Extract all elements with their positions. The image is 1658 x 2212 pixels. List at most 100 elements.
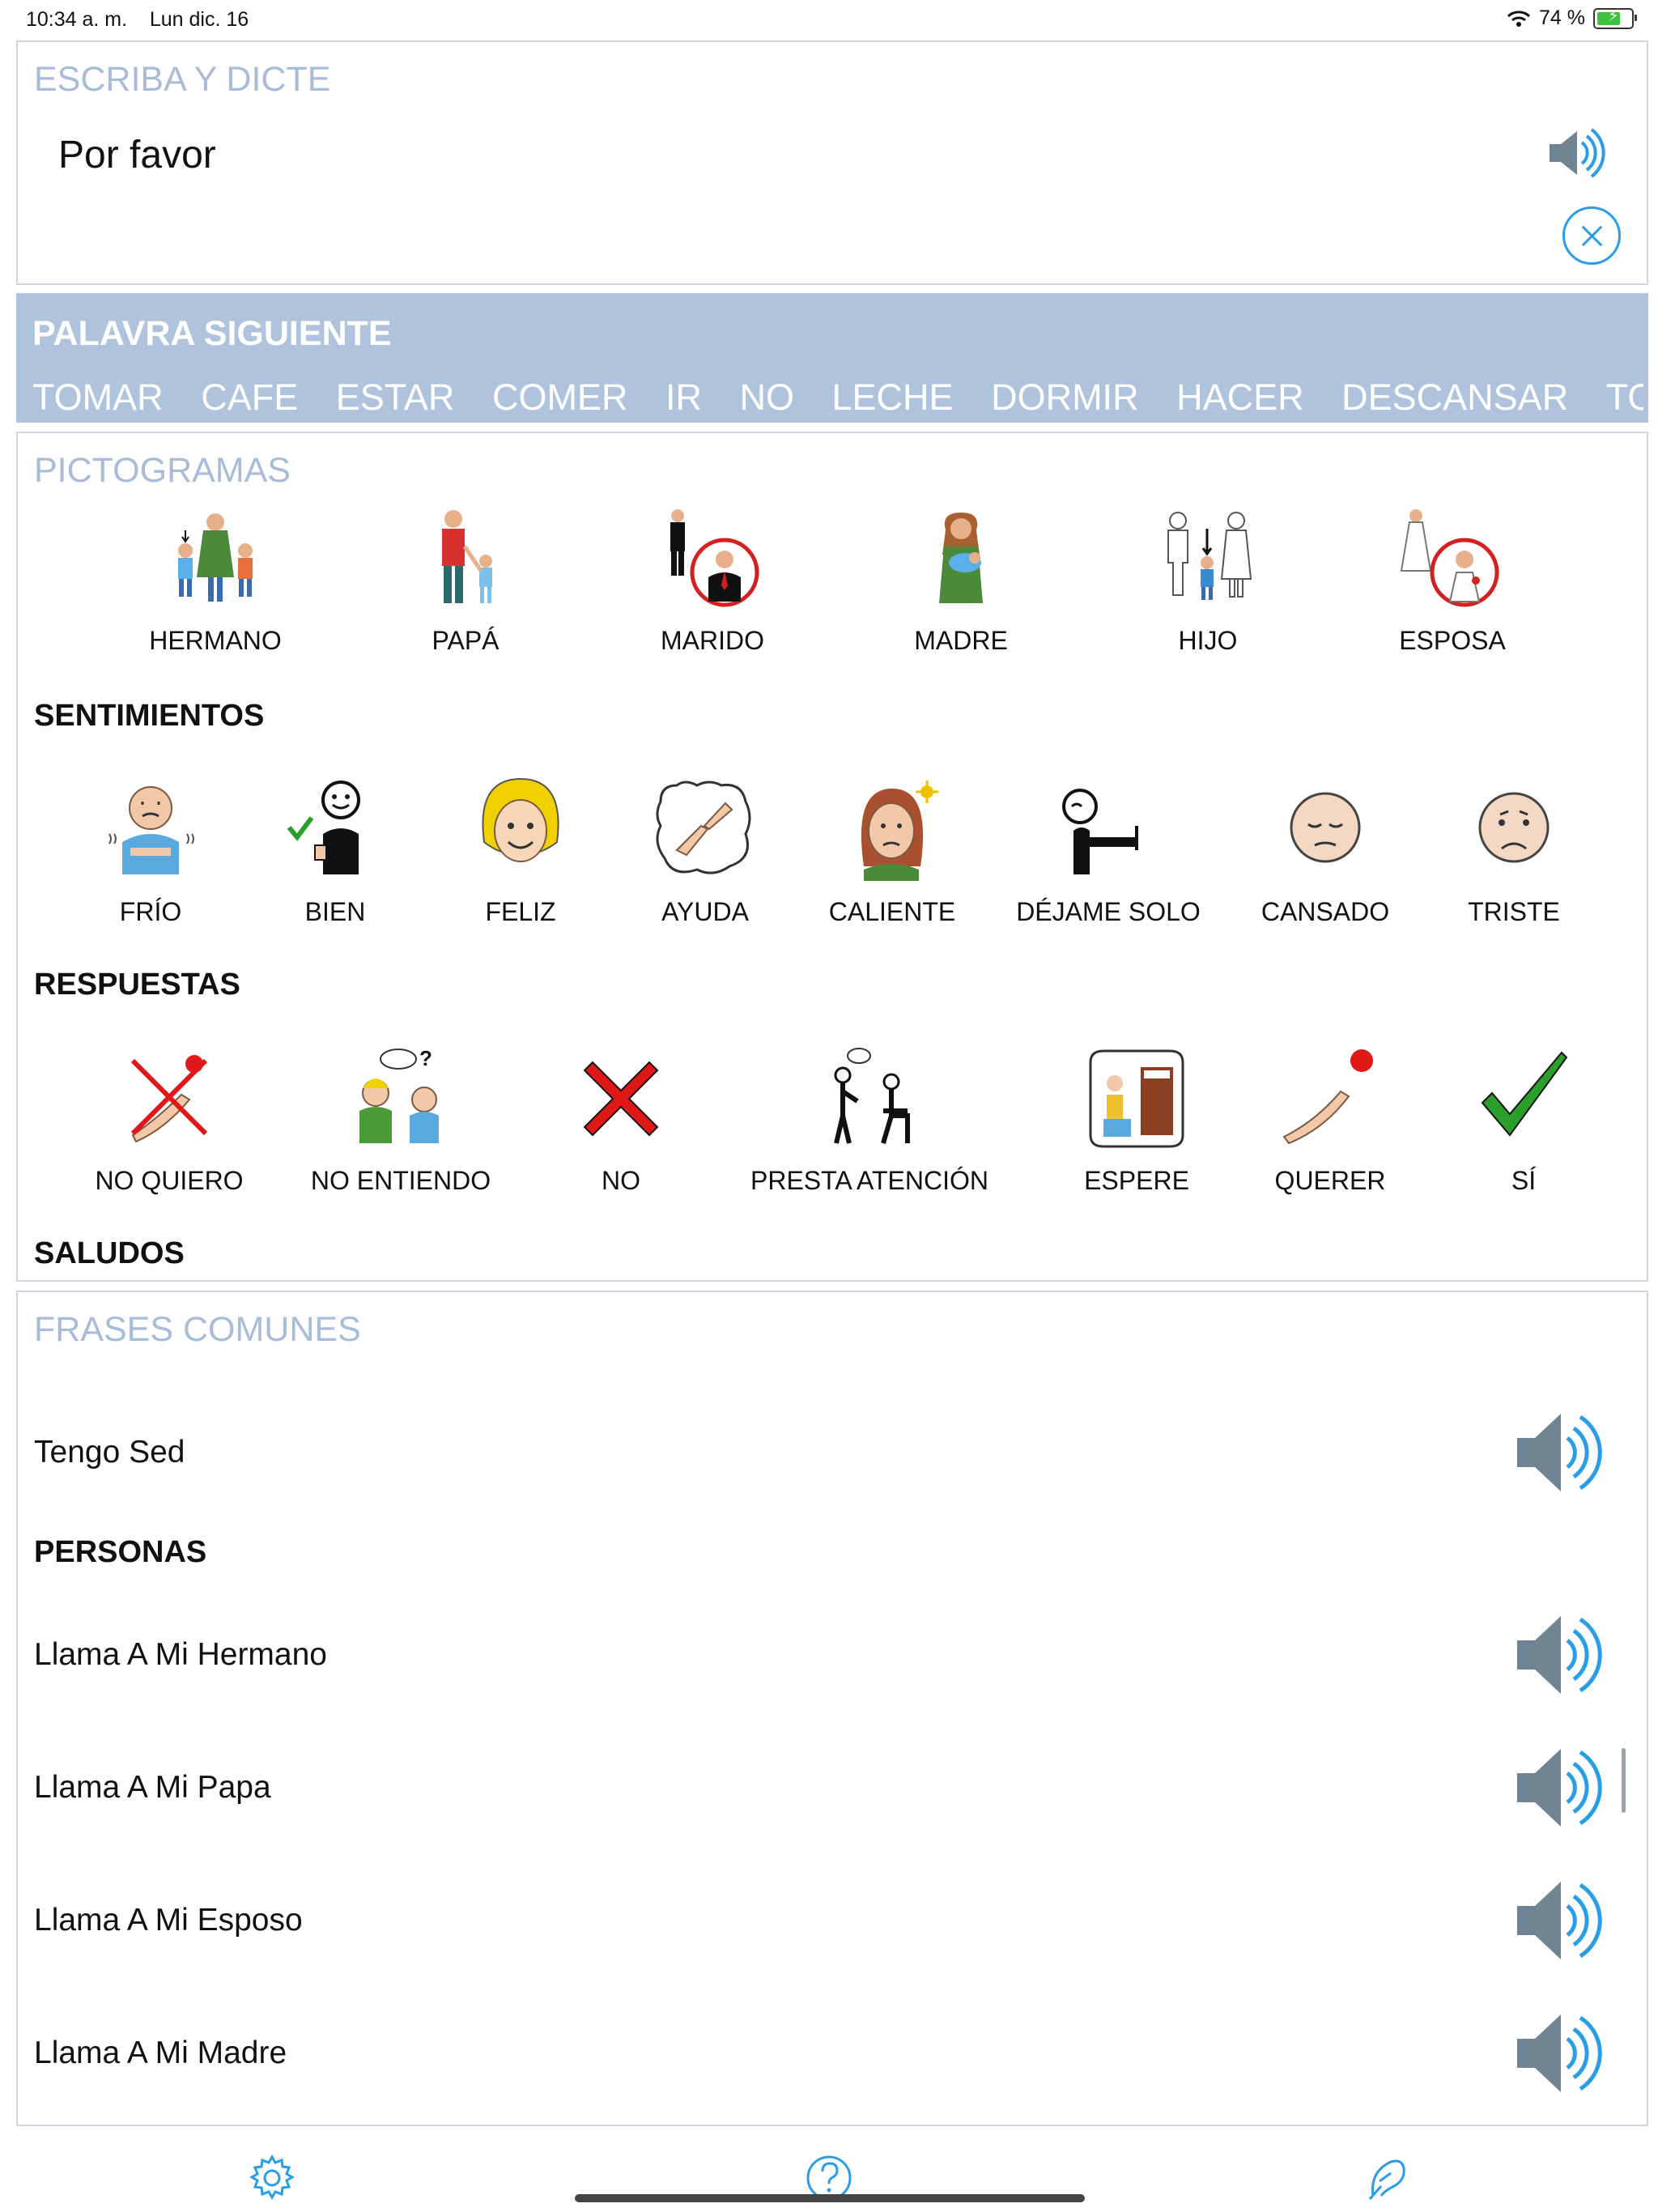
picto-presta-atencion[interactable]: PRESTA ATENCIÓN	[750, 1046, 988, 1195]
picto-label: MARIDO	[661, 626, 764, 655]
dictation-text[interactable]: Por favor	[58, 133, 216, 177]
status-date: Lun dic. 16	[149, 8, 249, 31]
picto-no[interactable]: NO	[524, 1046, 718, 1195]
category-respuestas[interactable]: RESPUESTAS	[34, 968, 240, 1002]
svg-text:?: ?	[419, 1046, 432, 1070]
next-word-item[interactable]: DESCANSAR	[1341, 376, 1568, 419]
picto-no-entiendo[interactable]: ? NO ENTIENDO	[304, 1046, 498, 1195]
picto-label: NO QUIERO	[95, 1166, 244, 1195]
next-word-item[interactable]: IR	[665, 376, 702, 419]
picto-label: ESPOSA	[1399, 626, 1506, 655]
speaker-icon	[1517, 1882, 1602, 1959]
wifi-icon	[1507, 10, 1531, 27]
picto-marido[interactable]: MARIDO	[615, 506, 810, 655]
dictation-panel: ESCRIBA Y DICTE Por favor	[16, 40, 1648, 285]
picto-label: NO	[602, 1166, 640, 1195]
family-siblings-icon	[178, 513, 253, 602]
next-word-item[interactable]: TOMAR	[32, 376, 164, 419]
next-word-item[interactable]: NO	[739, 376, 794, 419]
picto-esposa[interactable]: ESPOSA	[1355, 506, 1550, 655]
phrase-item[interactable]: Llama A Mi Hermano	[34, 1637, 327, 1673]
father-icon	[442, 510, 492, 603]
wife-icon	[1400, 509, 1499, 607]
next-word-item[interactable]: TOMAR	[1606, 376, 1643, 419]
next-word-title: PALAVRA SIGUIENTE	[32, 314, 392, 353]
next-word-item[interactable]: CAFE	[201, 376, 298, 419]
next-word-panel: PALAVRA SIGUIENTE TOMAR CAFE ESTAR COMER…	[16, 293, 1648, 423]
phrase-item[interactable]: Llama A Mi Papa	[34, 1770, 271, 1806]
son-icon	[1167, 512, 1252, 600]
picto-triste[interactable]: TRISTE	[1417, 777, 1611, 926]
settings-button[interactable]	[248, 2154, 296, 2206]
picto-dejame-solo[interactable]: DÉJAME SOLO	[1011, 777, 1205, 926]
wait-icon	[1089, 1049, 1184, 1148]
picto-espere[interactable]: ESPERE	[1039, 1046, 1234, 1195]
no-cross-icon	[583, 1061, 659, 1137]
picto-label: PRESTA ATENCIÓN	[750, 1166, 988, 1195]
phrases-panel: FRASES COMUNES Tengo Sed PERSONAS Llama …	[16, 1291, 1648, 2126]
picto-label: NO ENTIENDO	[310, 1166, 491, 1195]
picto-hermano[interactable]: HERMANO	[118, 506, 312, 655]
next-word-item[interactable]: ESTAR	[336, 376, 455, 419]
picto-label: HERMANO	[149, 626, 282, 655]
leave-me-alone-icon	[1062, 789, 1138, 874]
yes-check-icon	[1481, 1051, 1568, 1137]
speaker-icon	[1517, 1749, 1602, 1827]
speaker-icon	[1517, 2014, 1602, 2092]
next-word-item[interactable]: COMER	[492, 376, 628, 419]
picto-label: CALIENTE	[828, 897, 956, 926]
leaf-icon	[1368, 2159, 1405, 2200]
scrollbar[interactable]	[1622, 1748, 1626, 1813]
picto-querer[interactable]: QUERER	[1233, 1046, 1427, 1195]
next-word-strip: TOMAR CAFE ESTAR COMER IR NO LECHE DORMI…	[32, 376, 1643, 419]
speaker-icon	[1517, 1414, 1602, 1491]
next-word-item[interactable]: LECHE	[832, 376, 954, 419]
mother-icon	[939, 513, 983, 603]
husband-icon	[670, 509, 759, 607]
pictograms-panel: PICTOGRAMAS HERMANO PAPÁ MARIDO MADRE HI…	[16, 432, 1648, 1282]
next-word-item[interactable]: HACER	[1176, 376, 1304, 419]
speak-phrase-button[interactable]	[1514, 2010, 1608, 2101]
tired-icon	[1290, 792, 1361, 863]
voice-button[interactable]	[1363, 2154, 1412, 2206]
speak-phrase-button[interactable]	[1514, 1744, 1608, 1836]
help-hands-icon	[656, 781, 751, 874]
status-right: 74 % ⚡	[1507, 6, 1637, 30]
status-bar: 10:34 a. m. Lun dic. 16 74 % ⚡	[0, 0, 1658, 39]
next-word-item[interactable]: DORMIR	[991, 376, 1138, 419]
speak-phrase-button[interactable]	[1514, 1611, 1608, 1703]
picto-label: DÉJAME SOLO	[1016, 897, 1201, 926]
phrase-item[interactable]: Tengo Sed	[34, 1435, 185, 1470]
picto-label: SÍ	[1511, 1166, 1537, 1195]
status-left: 10:34 a. m. Lun dic. 16	[26, 8, 249, 32]
picto-no-quiero[interactable]: NO QUIERO	[72, 1046, 266, 1195]
want-icon	[1282, 1049, 1373, 1145]
picto-madre[interactable]: MADRE	[864, 506, 1058, 655]
speak-button[interactable]	[1546, 126, 1608, 184]
speak-phrase-button[interactable]	[1514, 1409, 1608, 1500]
pictograms-title: PICTOGRAMAS	[34, 451, 291, 490]
picto-caliente[interactable]: CALIENTE	[795, 777, 989, 926]
phrases-title: FRASES COMUNES	[34, 1310, 361, 1349]
category-saludos[interactable]: SALUDOS	[34, 1236, 185, 1271]
category-personas[interactable]: PERSONAS	[34, 1535, 206, 1570]
picto-si[interactable]: SÍ	[1426, 1046, 1621, 1195]
picto-hijo[interactable]: HIJO	[1111, 506, 1305, 655]
hot-icon	[861, 781, 938, 881]
dont-understand-icon: ?	[359, 1046, 439, 1143]
picto-label: PAPÁ	[432, 626, 500, 655]
picto-papa[interactable]: PAPÁ	[368, 506, 563, 655]
good-icon	[287, 781, 360, 874]
speak-phrase-button[interactable]	[1514, 1877, 1608, 1968]
picto-label: HIJO	[1178, 626, 1238, 655]
clear-text-button[interactable]	[1562, 206, 1621, 265]
phrase-item[interactable]: Llama A Mi Esposo	[34, 1903, 303, 1938]
battery-percent: 74 %	[1539, 6, 1585, 29]
pay-attention-icon	[834, 1048, 910, 1144]
phrase-item[interactable]: Llama A Mi Madre	[34, 2035, 287, 2071]
picto-label: TRISTE	[1468, 897, 1560, 926]
category-sentimientos[interactable]: SENTIMIENTOS	[34, 699, 264, 734]
gear-icon	[249, 2154, 295, 2201]
happy-icon	[482, 777, 559, 862]
home-indicator[interactable]	[575, 2194, 1085, 2202]
